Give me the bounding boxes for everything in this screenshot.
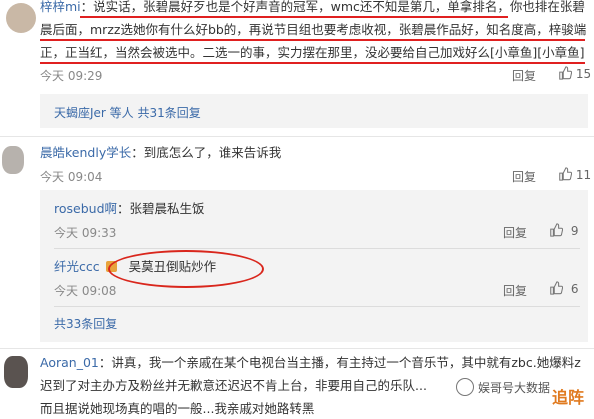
avatar[interactable] <box>2 146 24 174</box>
reply-button[interactable]: 回复 <box>503 282 527 299</box>
comment-1-text-line-2: 晨后面，mrzz选她你有什么好bb的，再说节目组也要考虑收视，张碧晨作品好，知名… <box>40 22 587 37</box>
comment-1-text-line-3: 正，正当红，当然会被选中。二选一的事，实力摆在那里，没必要给自己加戏好么[小章鱼… <box>40 45 585 60</box>
like-button[interactable]: 11 <box>558 167 591 182</box>
like-count: 11 <box>575 168 592 182</box>
sub-reply-text: rosebud啊：张碧晨私生饭 <box>54 201 205 216</box>
divider <box>0 136 594 137</box>
reply-button[interactable]: 回复 <box>512 67 536 84</box>
comment-time: 今天 09:29 <box>40 69 103 83</box>
like-count: 9 <box>570 224 579 238</box>
divider <box>54 248 580 249</box>
watermark-logo-icon <box>456 378 474 396</box>
like-button[interactable]: 6 <box>549 281 578 296</box>
author-link[interactable]: 纤光ccc <box>54 259 100 274</box>
sub-reply-time: 今天 09:33 <box>54 226 117 240</box>
author-link[interactable]: Aoran_01 <box>40 355 99 370</box>
thumbs-up-icon <box>550 281 563 295</box>
highlight-underline <box>40 62 585 64</box>
thumbs-up-icon <box>559 66 572 80</box>
author-link[interactable]: 晨皓kendly学长 <box>40 145 131 160</box>
reply-summary[interactable]: 天蝎座Jer 等人 共31条回复 <box>54 104 201 121</box>
avatar[interactable] <box>4 356 28 388</box>
author-link[interactable]: rosebud啊 <box>54 201 117 216</box>
comment-3-text-line-3: 而且据说她现场真的唱的一般...我亲戚对她路转黑 <box>40 401 315 416</box>
reply-summary-count[interactable]: 共33条回复 <box>54 315 117 332</box>
reply-button[interactable]: 回复 <box>512 168 536 185</box>
like-button[interactable]: 9 <box>549 223 578 238</box>
comment-time: 今天 09:04 <box>40 170 103 184</box>
like-count: 6 <box>570 282 579 296</box>
highlight-circle <box>108 250 264 288</box>
avatar[interactable] <box>6 3 36 33</box>
thumbs-up-icon <box>559 167 572 181</box>
reply-button[interactable]: 回复 <box>503 224 527 241</box>
highlight-underline <box>80 16 508 18</box>
watermark-badge: 追阵 <box>552 388 585 407</box>
highlight-underline <box>40 39 585 41</box>
like-button[interactable]: 15 <box>558 66 591 81</box>
like-count: 15 <box>575 67 592 81</box>
divider <box>0 348 594 349</box>
thumbs-up-icon <box>550 223 563 237</box>
watermark-account: 娱哥号大数据 <box>478 380 551 395</box>
comment-1-text-line-1: 梓梓mi：说实话，张碧晨好歹也是个好声音的冠军，wmc还不知是第几，单拿排名，你… <box>40 0 585 14</box>
divider <box>54 306 580 307</box>
comment-3-text-line-1: Aoran_01：讲真，我一个亲戚在某个电视台当主播，有主持过一个音乐节，其中就… <box>40 355 581 370</box>
author-link[interactable]: 梓梓mi <box>40 0 81 14</box>
comment-2-text: 晨皓kendly学长：到底怎么了，谁来告诉我 <box>40 145 282 160</box>
reply-summary-names: 天蝎座Jer 等人 <box>54 106 134 120</box>
watermark: 娱哥号大数据 <box>452 376 555 398</box>
comment-3-text-line-2: 迟到了对主办方及粉丝并无歉意还迟迟不肯上台，非要用自己的乐队... <box>40 378 427 393</box>
sub-reply-time: 今天 09:08 <box>54 284 117 298</box>
reply-summary-count: 共31条回复 <box>137 106 201 120</box>
